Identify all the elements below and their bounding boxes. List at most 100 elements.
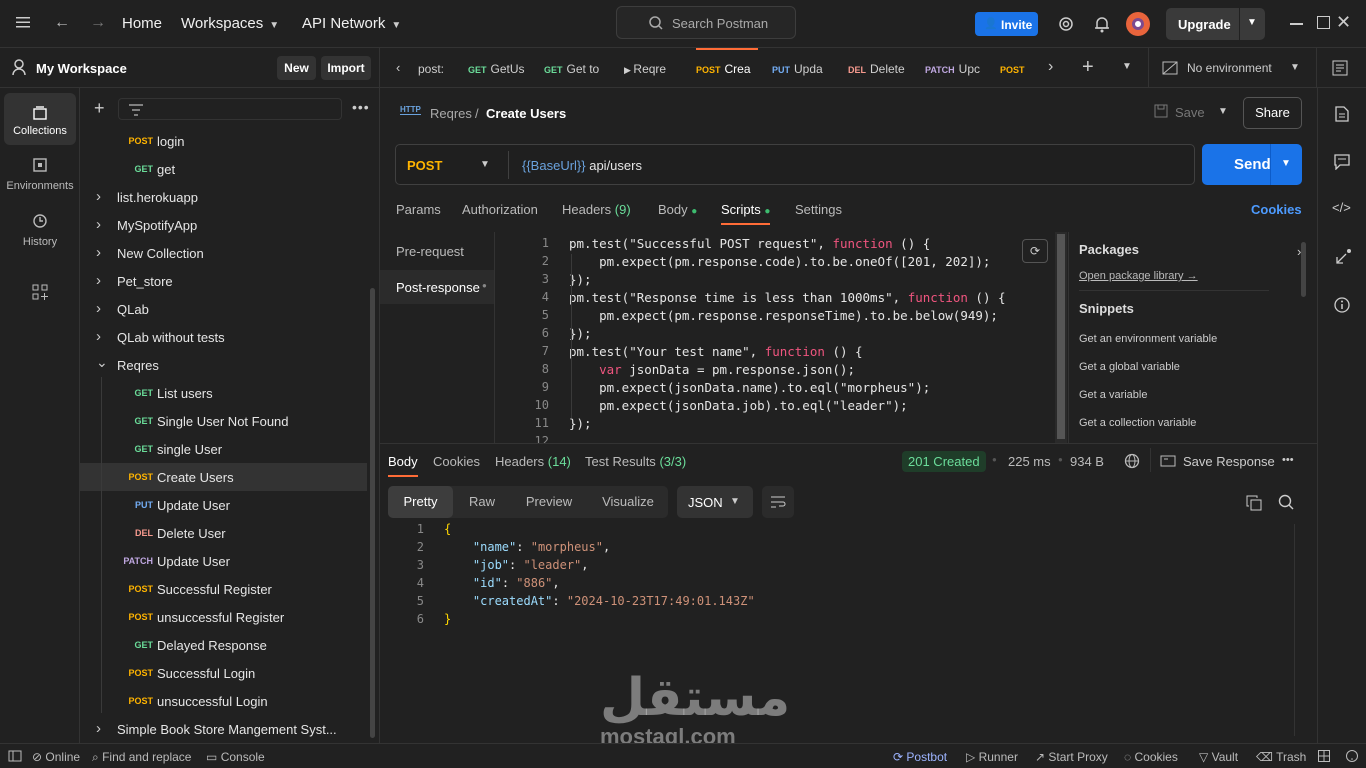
tab-authorization[interactable]: Authorization [462, 202, 538, 217]
start-proxy[interactable]: ↗ Start Proxy [1035, 750, 1108, 764]
layout-icon[interactable] [1318, 750, 1330, 762]
console[interactable]: ▭ Console [206, 750, 265, 764]
snippet-item[interactable]: Get a collection variable [1079, 417, 1196, 429]
back-arrow-icon[interactable]: ← [54, 14, 70, 32]
request-tab[interactable]: PUT Upda [772, 48, 834, 88]
tab-headers[interactable]: Headers (9) [562, 202, 631, 217]
view-pretty[interactable]: Pretty [388, 486, 453, 518]
response-tab-cookies[interactable]: Cookies [433, 454, 480, 469]
response-tab-tests[interactable]: Test Results (3/3) [585, 454, 686, 469]
tree-request[interactable]: GET Delayed Response [80, 631, 367, 659]
request-tab[interactable]: POSTS [1000, 48, 1028, 88]
chevron-down-icon[interactable]: ▼ [1281, 158, 1291, 169]
tree-folder[interactable]: › New Collection [80, 239, 367, 267]
tree-request[interactable]: DEL Delete User [80, 519, 367, 547]
chevron-right-icon[interactable]: › [96, 328, 101, 345]
toggle-sidebar-icon[interactable] [8, 750, 22, 762]
menu-icon[interactable] [16, 16, 30, 28]
documentation-icon[interactable] [1335, 106, 1349, 122]
nav-workspaces[interactable]: Workspaces ▼ [181, 15, 279, 32]
minimize-icon[interactable] [1290, 23, 1303, 25]
response-size[interactable]: 934 B [1070, 454, 1104, 469]
close-icon[interactable]: ✕ [1336, 12, 1351, 33]
tree-request[interactable]: POST login [80, 127, 367, 155]
search-input[interactable]: Search Postman [616, 6, 796, 39]
postbot-icon[interactable]: ⟳ [1022, 239, 1048, 263]
open-package-library-link[interactable]: Open package library → [1079, 270, 1198, 282]
rail-collections[interactable]: Collections [4, 93, 76, 145]
nav-api-network[interactable]: API Network ▼ [302, 15, 401, 32]
tree-request[interactable]: POST unsuccessful Register [80, 603, 367, 631]
tree-scrollbar[interactable] [370, 288, 375, 738]
request-tab[interactable]: DEL Delete [848, 48, 910, 88]
tree-folder[interactable]: › MySpotifyApp [80, 211, 367, 239]
snippets-scrollbar[interactable] [1301, 242, 1306, 297]
tab-params[interactable]: Params [396, 202, 441, 217]
add-icon[interactable]: + [94, 98, 105, 119]
view-preview[interactable]: Preview [513, 486, 585, 518]
trash[interactable]: ⌫ Trash [1256, 750, 1306, 764]
chevron-right-icon[interactable]: › [96, 720, 101, 737]
globe-icon[interactable] [1124, 453, 1140, 469]
pre-request-tab[interactable]: Pre-request [396, 244, 464, 259]
url-input[interactable]: {{BaseUrl}} api/users [522, 158, 642, 173]
tree-request[interactable]: GET List users [80, 379, 367, 407]
tabs-scroll-right-icon[interactable]: › [1048, 58, 1053, 76]
online-status[interactable]: ⊘ Online [32, 750, 80, 764]
forward-arrow-icon[interactable]: → [90, 14, 106, 32]
request-tab[interactable]: GET GetUs [468, 48, 530, 88]
request-tab[interactable]: GET Get to [544, 48, 610, 88]
new-button[interactable]: New [277, 56, 316, 80]
avatar[interactable] [1126, 12, 1150, 36]
tree-request[interactable]: POST Create Users [80, 463, 367, 491]
environment-quick-look-icon[interactable] [1332, 60, 1348, 76]
filter-input[interactable] [118, 98, 342, 120]
chevron-down-icon[interactable]: ▼ [480, 159, 490, 170]
tree-folder[interactable]: › Simple Book Store Mangement Syst... [80, 715, 367, 743]
chevron-right-icon[interactable]: › [96, 244, 101, 261]
view-visualize[interactable]: Visualize [588, 486, 668, 518]
tree-request[interactable]: GET single User [80, 435, 367, 463]
maximize-icon[interactable] [1317, 16, 1330, 29]
share-button[interactable]: Share [1243, 97, 1302, 129]
apps-grid-icon[interactable] [32, 284, 48, 300]
response-body[interactable]: 1 {2 "name": "morpheus", 3 "job": "leader"… [380, 522, 1280, 722]
workspace-name[interactable]: My Workspace [36, 61, 127, 76]
new-tab-icon[interactable]: + [1082, 56, 1094, 79]
save-options-icon[interactable]: ▼ [1218, 106, 1228, 117]
copy-icon[interactable] [1246, 495, 1262, 511]
chevron-right-icon[interactable]: › [96, 300, 101, 317]
bell-icon[interactable] [1094, 15, 1110, 33]
postbot[interactable]: ⟳ Postbot [893, 750, 947, 764]
nav-home[interactable]: Home [122, 15, 162, 32]
import-button[interactable]: Import [321, 56, 371, 80]
status-badge[interactable]: 201 Created [902, 451, 986, 472]
info-icon[interactable] [1334, 297, 1350, 313]
related-collections-icon[interactable] [1334, 248, 1352, 266]
response-time[interactable]: 225 ms [1008, 454, 1051, 469]
tabs-scroll-left-icon[interactable]: ‹ [396, 60, 400, 75]
tree-folder[interactable]: › QLab [80, 295, 367, 323]
wrap-lines-icon[interactable] [762, 486, 794, 518]
cookies-link[interactable]: Cookies [1251, 202, 1302, 217]
tree-request[interactable]: PUT Update User [80, 491, 367, 519]
format-select[interactable]: JSON ▼ [677, 486, 753, 518]
search-icon[interactable] [1278, 494, 1294, 510]
more-options-icon[interactable]: ••• [352, 99, 370, 115]
snippet-item[interactable]: Get a variable [1079, 389, 1147, 401]
chevron-down-icon[interactable]: ⌄ [96, 354, 108, 371]
chevron-right-icon[interactable]: › [96, 216, 101, 233]
tree-request[interactable]: GET Single User Not Found [80, 407, 367, 435]
view-raw[interactable]: Raw [453, 486, 511, 518]
tree-request[interactable]: PATCH Update User [80, 547, 367, 575]
settings-gear-icon[interactable] [1057, 15, 1075, 33]
runner[interactable]: ▷ Runner [966, 750, 1018, 764]
tree-request[interactable]: POST Successful Register [80, 575, 367, 603]
find-replace[interactable]: ⌕ Find and replace [92, 750, 191, 765]
help-icon[interactable] [1346, 750, 1358, 762]
upgrade-button[interactable]: Upgrade ▼ [1166, 8, 1265, 40]
vault[interactable]: ▽ Vault [1199, 750, 1238, 764]
snippet-item[interactable]: Get a global variable [1079, 361, 1180, 373]
tree-folder[interactable]: › list.herokuapp [80, 183, 367, 211]
request-title[interactable]: Create Users [486, 106, 566, 121]
